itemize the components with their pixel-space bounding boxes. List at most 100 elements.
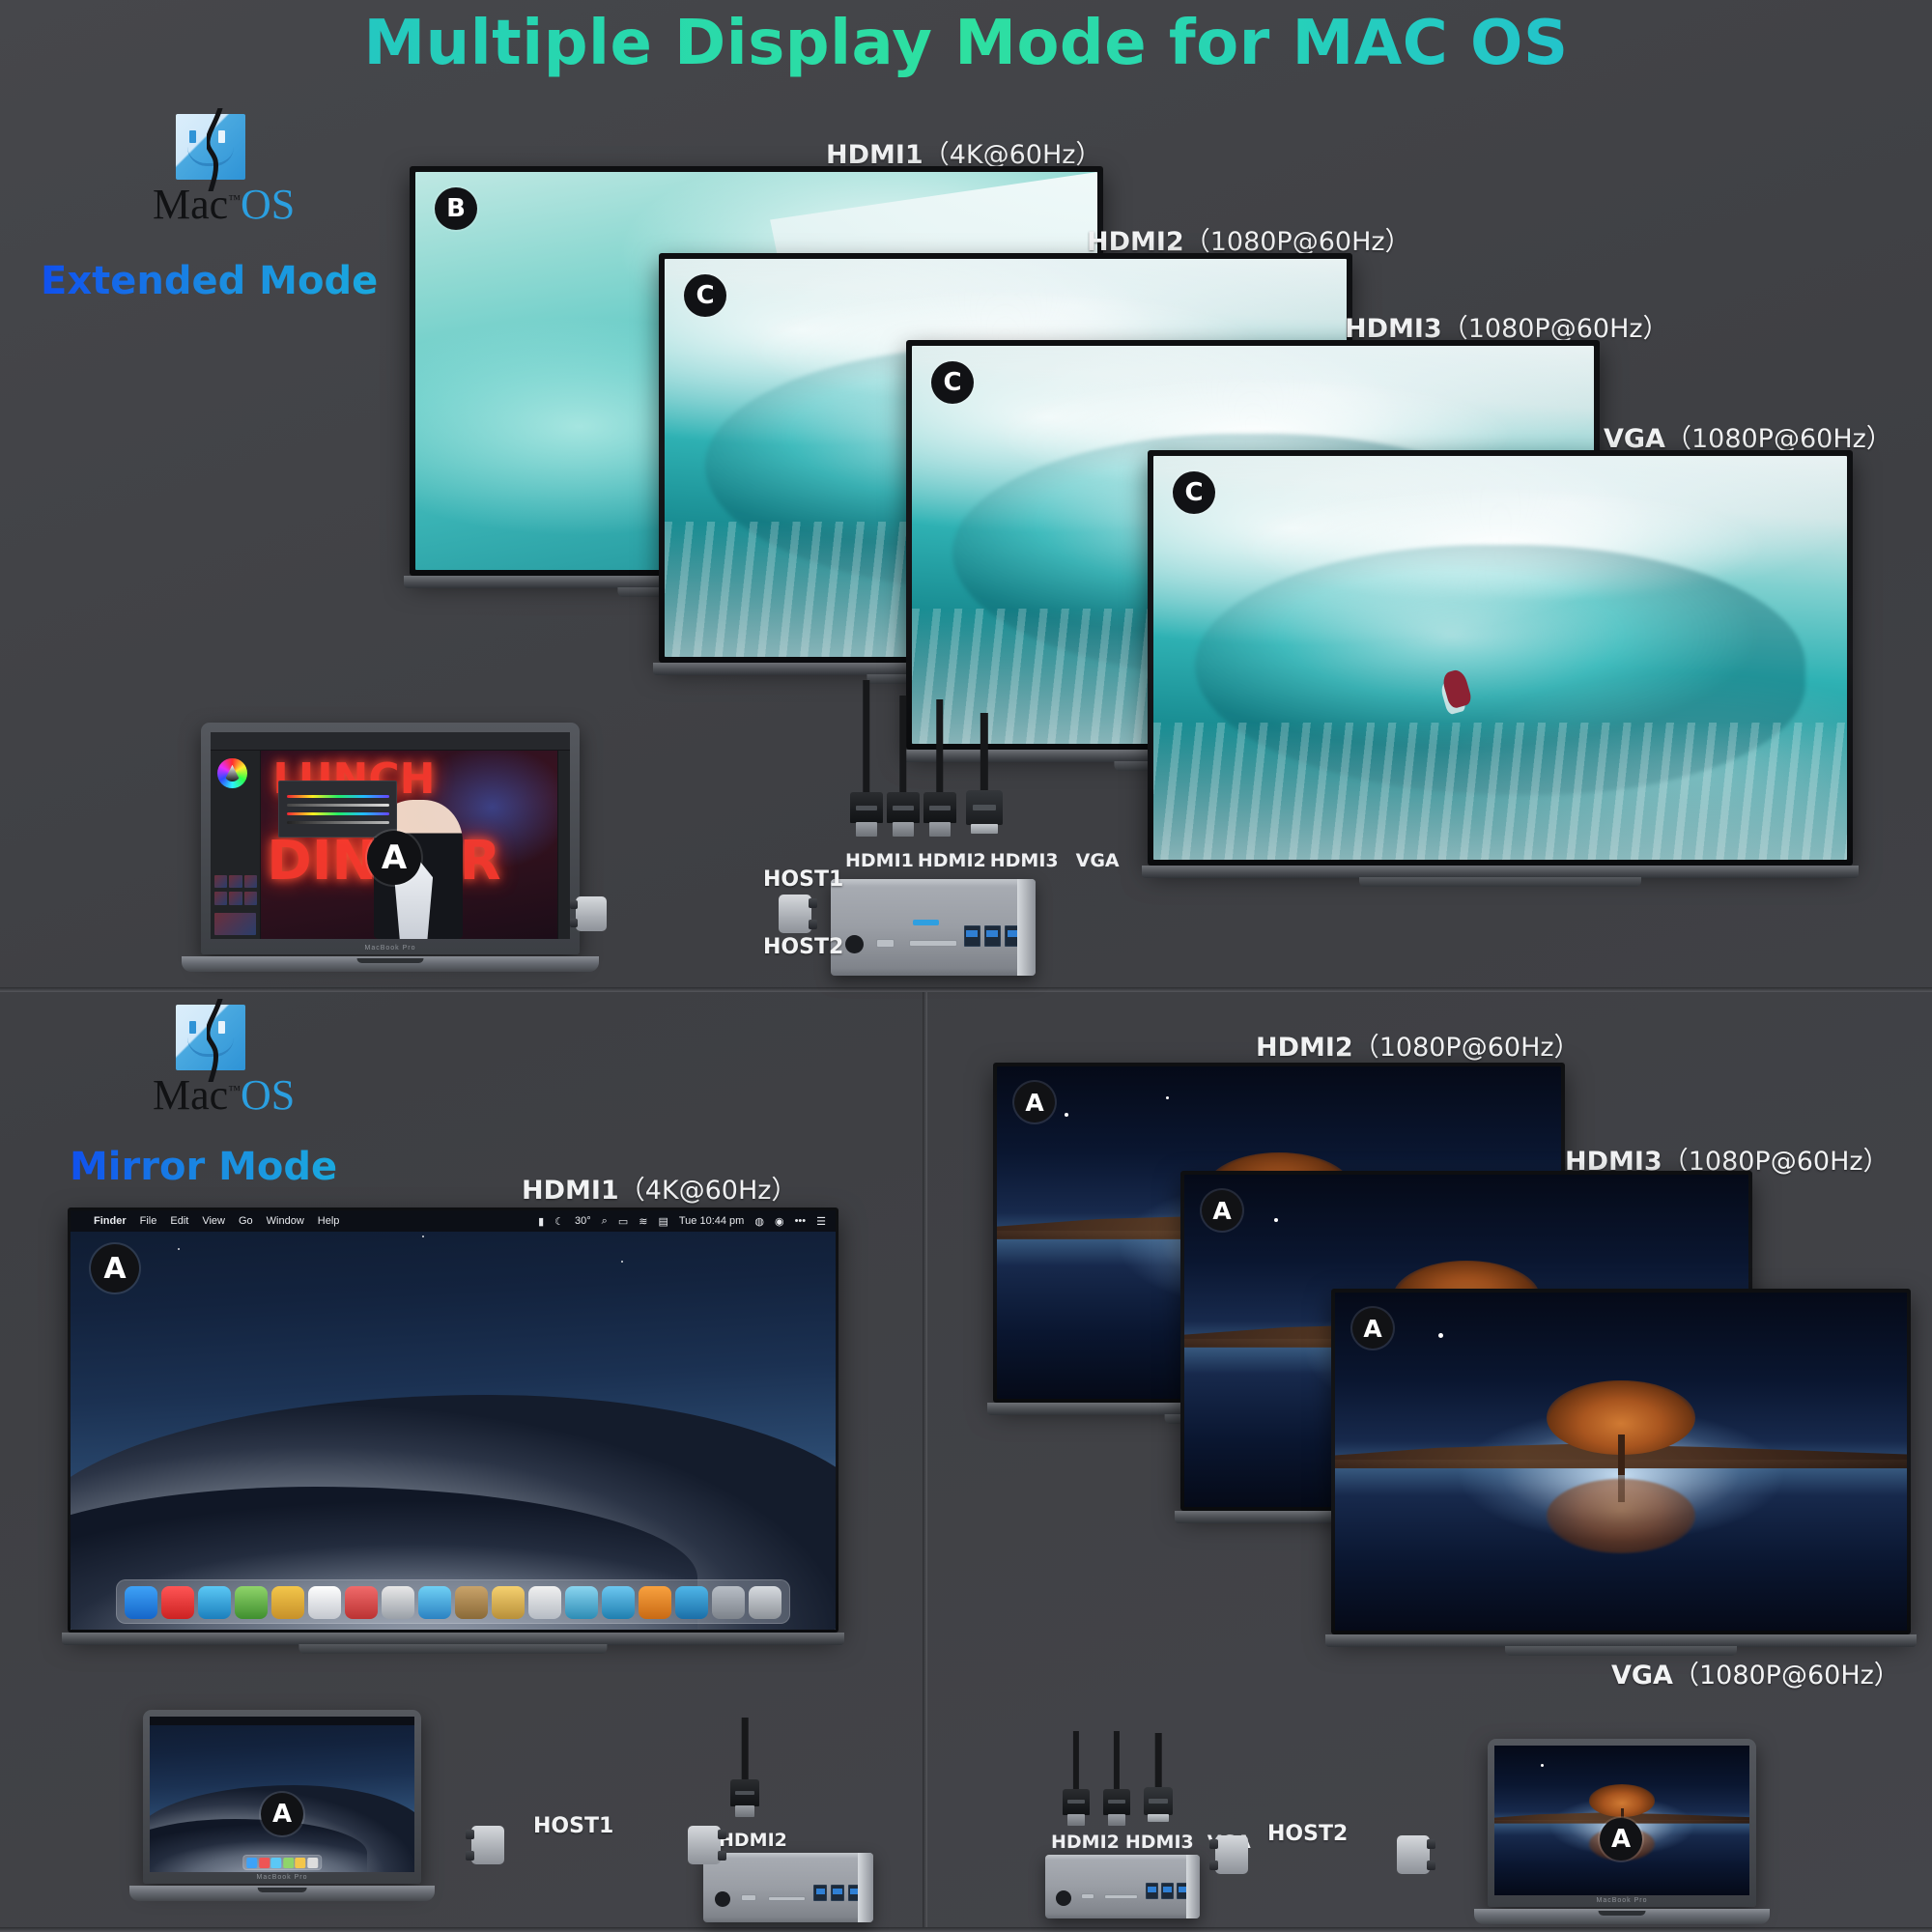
wifi-icon[interactable]: ≋ bbox=[639, 1215, 647, 1228]
laptop-brand: MacBook Pro bbox=[143, 1874, 421, 1881]
dock-icon-notes[interactable] bbox=[528, 1586, 561, 1619]
caption-hdmi1-mirror: HDMI1（4K@60Hz） bbox=[522, 1169, 797, 1207]
menu-item-help[interactable]: Help bbox=[318, 1215, 340, 1227]
macos-dock[interactable] bbox=[116, 1579, 790, 1624]
dock-icon-finder[interactable] bbox=[125, 1586, 157, 1619]
monitor-bezel bbox=[1148, 450, 1853, 866]
dock-icon-podcasts[interactable] bbox=[639, 1586, 671, 1619]
battery-icon[interactable]: ▮ bbox=[538, 1215, 544, 1228]
hub-device-mirror bbox=[703, 1853, 873, 1922]
caption-hdmi2-third: HDMI2（1080P@60Hz） bbox=[1256, 1026, 1580, 1064]
host-connector-extended bbox=[779, 895, 811, 933]
display-badge-a-mirror: A bbox=[91, 1244, 139, 1293]
extended-mode-label: Extended Mode bbox=[41, 259, 378, 303]
mirror-mode-label: Mirror Mode bbox=[70, 1145, 337, 1189]
dock-icon-tv[interactable] bbox=[565, 1586, 598, 1619]
infographic-root: Multiple Display Mode for MAC OS Mac™OS … bbox=[0, 0, 1932, 1932]
display-badge-a-3: A bbox=[1352, 1308, 1393, 1349]
caption-vga-third: VGA（1080P@60Hz） bbox=[1611, 1654, 1900, 1691]
laptop-dock bbox=[242, 1855, 322, 1870]
hub-body bbox=[1045, 1855, 1200, 1918]
laptop-menubar bbox=[150, 1717, 414, 1725]
dock-icon-calendar[interactable] bbox=[418, 1586, 451, 1619]
host2-label-extended: HOST2 bbox=[763, 935, 843, 959]
monitor-vga-third: A bbox=[1331, 1289, 1911, 1634]
dock-icon-preferences[interactable] bbox=[712, 1586, 745, 1619]
host1-label-extended: HOST1 bbox=[763, 867, 843, 892]
usb-a-port-1 bbox=[1146, 1883, 1158, 1899]
usb-a-port-1 bbox=[813, 1885, 827, 1901]
host-connector-third-left bbox=[1215, 1835, 1248, 1874]
hub-body bbox=[703, 1853, 873, 1922]
monitor-bezel bbox=[1331, 1289, 1911, 1634]
usb-c-port-icon bbox=[876, 939, 895, 948]
host-connector-mirror-right bbox=[688, 1826, 721, 1864]
display-badge-a-1: A bbox=[1014, 1082, 1055, 1122]
monitor-screen: Finder File Edit View Go Window Help ▮ ☾… bbox=[71, 1210, 836, 1630]
dock-icon-music[interactable] bbox=[602, 1586, 635, 1619]
siri-icon[interactable]: ◍ bbox=[754, 1215, 764, 1228]
dock-icon-appstore[interactable] bbox=[675, 1586, 708, 1619]
laptop-base bbox=[1474, 1909, 1770, 1924]
search-icon[interactable]: ⌕ bbox=[602, 1215, 608, 1228]
editor-toolbar bbox=[211, 732, 570, 751]
caption-spec: （4K@60Hz） bbox=[619, 1176, 798, 1206]
page-title: Multiple Display Mode for MAC OS bbox=[0, 8, 1932, 79]
laptop-base bbox=[182, 956, 598, 972]
hub-device-extended bbox=[831, 879, 1036, 976]
usb-a-port-3 bbox=[848, 1885, 862, 1901]
editor-left-panel bbox=[211, 751, 261, 939]
laptop-third: MacBook Pro A bbox=[1488, 1739, 1756, 1924]
plug-vga bbox=[966, 790, 1003, 850]
finder-face-icon bbox=[176, 1005, 245, 1070]
plug-vga-third bbox=[1144, 1787, 1173, 1835]
menu-item-edit[interactable]: Edit bbox=[170, 1215, 188, 1227]
dock-icon-reminders[interactable] bbox=[492, 1586, 525, 1619]
dc-jack-icon bbox=[715, 1891, 730, 1907]
control-center-icon[interactable]: ◉ bbox=[775, 1215, 784, 1228]
display-badge-c-3: C bbox=[1173, 471, 1215, 514]
monitor-vga-extended: C bbox=[1148, 450, 1853, 866]
monitor-bezel: Finder File Edit View Go Window Help ▮ ☾… bbox=[68, 1208, 838, 1633]
temperature-status[interactable]: 30° bbox=[575, 1215, 591, 1227]
airplay-icon[interactable]: ▭ bbox=[618, 1215, 628, 1228]
host2-label-third: HOST2 bbox=[1267, 1822, 1348, 1846]
menu-item-finder[interactable]: Finder bbox=[94, 1215, 127, 1227]
caption-spec: （1080P@60Hz） bbox=[1353, 1033, 1580, 1063]
dock-icon-trash[interactable] bbox=[749, 1586, 781, 1619]
macos-menubar[interactable]: Finder File Edit View Go Window Help ▮ ☾… bbox=[71, 1210, 836, 1232]
hub-port-label-vga: VGA bbox=[1076, 850, 1120, 871]
list-icon[interactable]: ☰ bbox=[816, 1215, 826, 1228]
menu-item-window[interactable]: Window bbox=[267, 1215, 304, 1227]
dock-icon-photos[interactable] bbox=[345, 1586, 378, 1619]
menubar-clock[interactable]: Tue 10:44 pm bbox=[679, 1215, 744, 1227]
wallpaper-lone-tree bbox=[1335, 1293, 1907, 1631]
hub-port-label-hdmi1: HDMI1 bbox=[845, 850, 914, 871]
dock-icon-mail[interactable] bbox=[271, 1586, 304, 1619]
dock-icon-safari[interactable] bbox=[198, 1586, 231, 1619]
dock-icon-launchpad[interactable] bbox=[161, 1586, 194, 1619]
dock-icon-facetime[interactable] bbox=[382, 1586, 414, 1619]
menu-item-file[interactable]: File bbox=[140, 1215, 157, 1227]
moon-icon[interactable]: ☾ bbox=[554, 1215, 564, 1228]
monitor-screen bbox=[1153, 456, 1847, 860]
laptop-badge-a-mirror: A bbox=[261, 1793, 303, 1835]
menu-item-view[interactable]: View bbox=[202, 1215, 225, 1227]
hub-port-label-hdmi2: HDMI2 bbox=[918, 850, 986, 871]
more-icon[interactable]: ••• bbox=[795, 1215, 807, 1227]
dock-icon-contacts[interactable] bbox=[455, 1586, 488, 1619]
usb-a-port-2 bbox=[831, 1885, 844, 1901]
laptop-base bbox=[129, 1886, 436, 1901]
plug-hdmi3 bbox=[923, 792, 956, 846]
macos-desktop: Finder File Edit View Go Window Help ▮ ☾… bbox=[71, 1210, 836, 1630]
dock-icon-messages[interactable] bbox=[235, 1586, 268, 1619]
finder-face-icon bbox=[176, 114, 245, 180]
battery-level-icon[interactable]: ▤ bbox=[658, 1215, 668, 1228]
wordmark-os: OS bbox=[241, 181, 295, 228]
menu-item-go[interactable]: Go bbox=[239, 1215, 253, 1227]
sd-card-slot-icon bbox=[1104, 1894, 1138, 1899]
wordmark-tm: ™ bbox=[228, 1082, 241, 1096]
hub-port-label-hdmi3: HDMI3 bbox=[990, 850, 1059, 871]
caption-port: VGA bbox=[1611, 1661, 1673, 1690]
dock-icon-maps[interactable] bbox=[308, 1586, 341, 1619]
